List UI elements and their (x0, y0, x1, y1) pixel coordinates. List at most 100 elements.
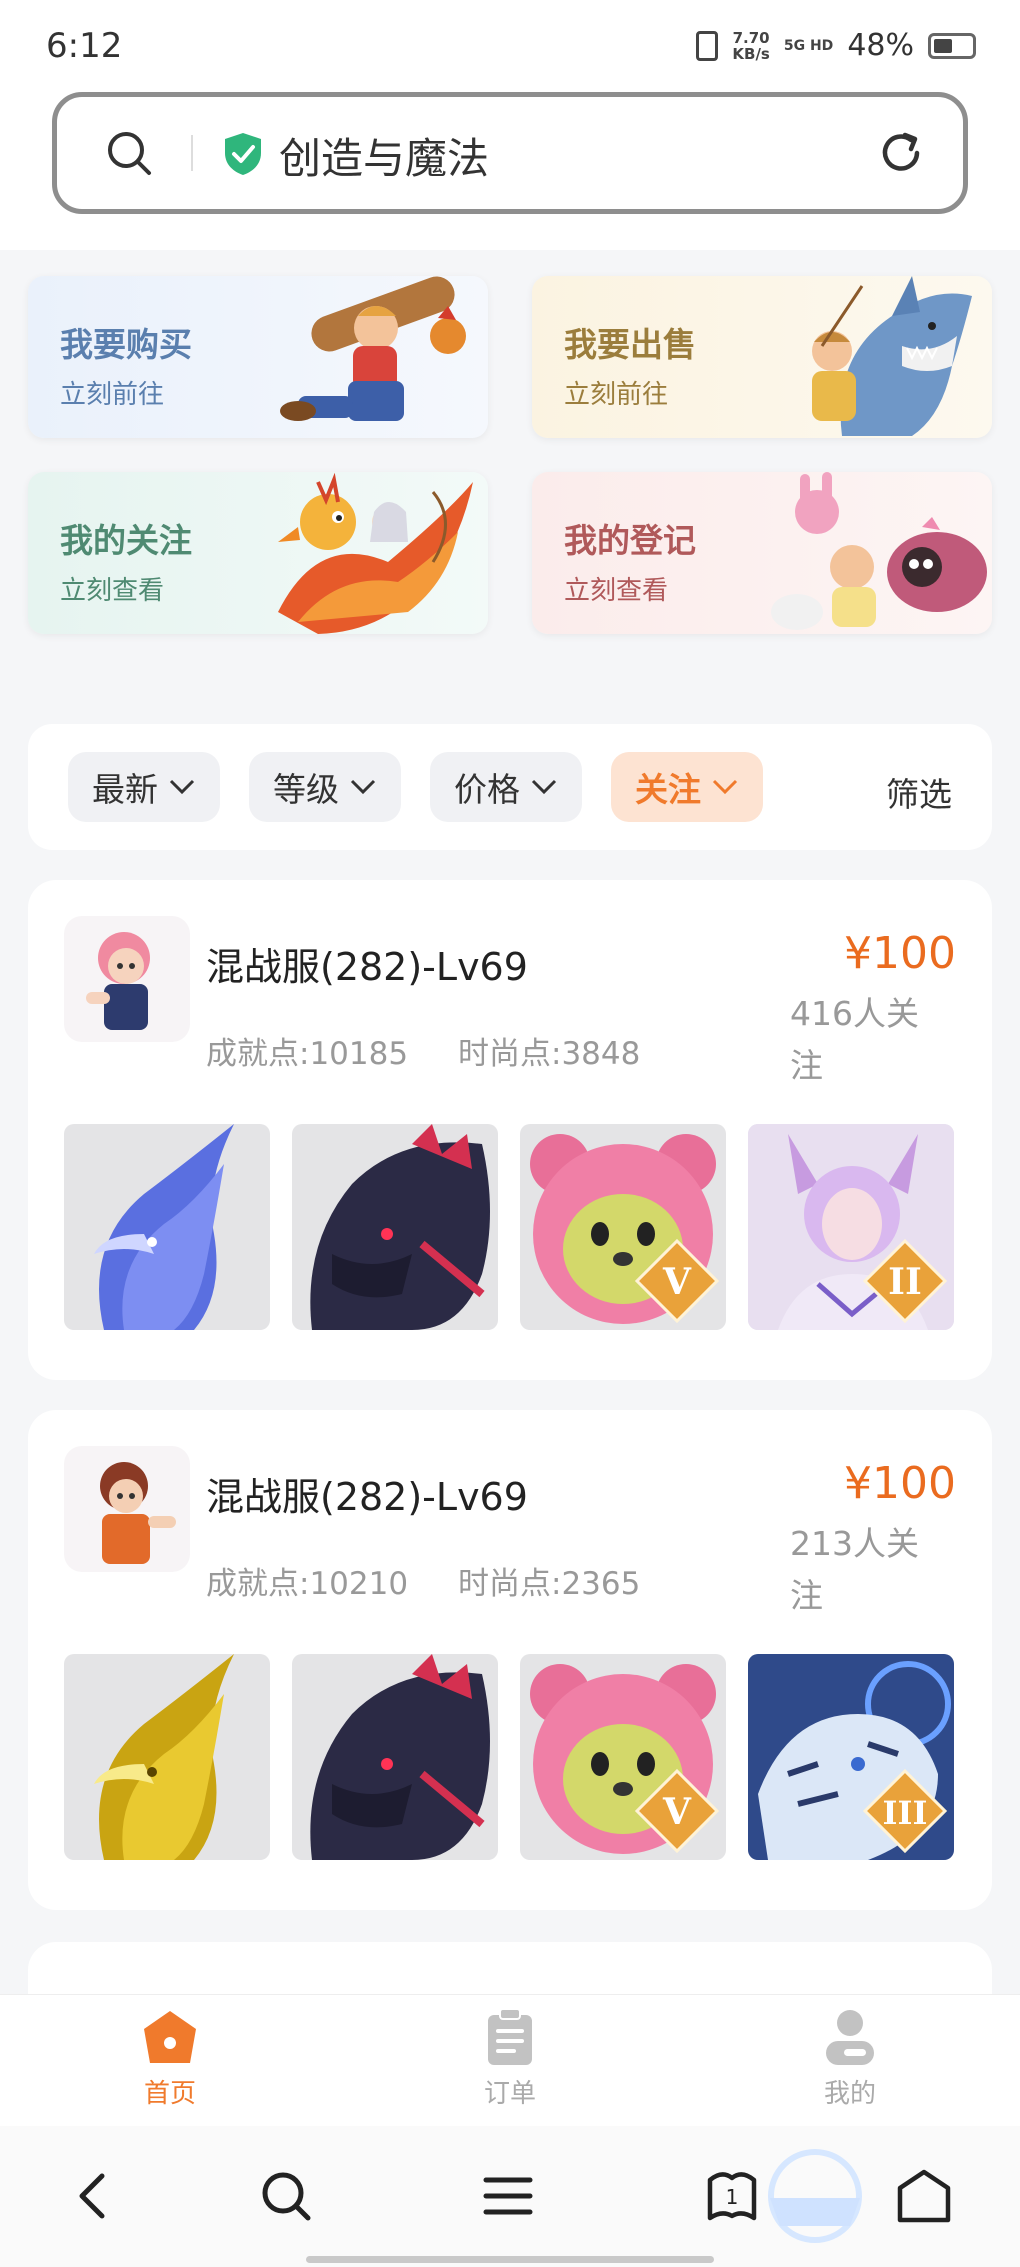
chip-level[interactable]: 等级 (249, 752, 401, 822)
home-icon (144, 2011, 196, 2063)
user-icon (826, 2010, 874, 2065)
chip-follow-label: 关注 (635, 770, 701, 809)
rank-badge-text: V (662, 1261, 692, 1303)
tab-orders-label: 订单 (483, 2079, 536, 2109)
rank-badge-text: III (883, 1794, 928, 1832)
blue-phoenix-image (94, 1124, 234, 1330)
character-portrait (86, 932, 150, 1030)
item-thumbnails: V II (64, 1124, 954, 1330)
thumb-blue-phoenix[interactable] (64, 1124, 270, 1330)
entry-sell-label: 我要出售 (564, 325, 696, 364)
tabs-icon[interactable]: 1 (702, 2166, 762, 2226)
rank-badge-text: II (888, 1261, 922, 1303)
listing-name: 混战服(282)-Lv69 (206, 1475, 528, 1519)
filter-button[interactable]: 筛选 (886, 768, 952, 816)
thumb-gold-phoenix[interactable] (64, 1654, 270, 1860)
tab-mine[interactable]: 我的 (770, 2007, 930, 2110)
listing-name: 混战服(282)-Lv69 (206, 945, 528, 989)
chip-latest-label: 最新 (92, 770, 158, 809)
net-speed-value: 7.70 (732, 28, 770, 47)
shield-check-icon (225, 133, 261, 175)
lumberjack-illustration (280, 276, 466, 421)
phoenix-rider-illustration (278, 472, 473, 634)
tab-mine-label: 我的 (823, 2079, 876, 2109)
black-dragon-image (310, 1124, 490, 1330)
entry-buy-label: 我要购买 (60, 325, 192, 364)
listing-card[interactable]: 混战服(282)-Lv69 成就点:10210 时尚点:2365 ¥100 21… (28, 1410, 992, 1910)
status-bar: 6:12 7.70 KB/s 5G HD 48% (0, 0, 1020, 90)
entry-follow-label: 我的关注 (60, 521, 192, 560)
thumb-black-dragon[interactable] (292, 1654, 498, 1860)
thumb-black-dragon[interactable] (292, 1124, 498, 1330)
entry-follow[interactable]: 我的关注 立刻查看 (28, 472, 488, 634)
pets-illustration (771, 472, 987, 630)
battery-icon (928, 32, 976, 59)
black-dragon-image (310, 1654, 490, 1860)
character-portrait (100, 1462, 176, 1564)
follower-count-line1: 416人关 (790, 994, 919, 1033)
status-icons: 7.70 KB/s 5G HD 48% (696, 28, 976, 63)
svg-text:1: 1 (726, 2185, 739, 2209)
net-speed: 7.70 KB/s (732, 30, 769, 62)
chip-follow[interactable]: 关注 (611, 752, 763, 822)
chip-latest[interactable]: 最新 (68, 752, 220, 822)
search-query[interactable]: 创造与魔法 (279, 125, 489, 186)
fashion-points: 时尚点:3848 (458, 1036, 641, 1072)
net-speed-unit: KB/s (732, 44, 770, 63)
chevron-down-icon (169, 779, 195, 795)
back-icon[interactable] (64, 2166, 124, 2226)
follower-count-line2: 注 (790, 1576, 823, 1615)
chip-price[interactable]: 价格 (430, 752, 582, 822)
search-icon[interactable] (256, 2166, 316, 2226)
entry-register[interactable]: 我的登记 立刻查看 (532, 472, 992, 634)
fashion-points: 时尚点:2365 (458, 1566, 641, 1602)
chevron-down-icon (712, 779, 738, 795)
tab-orders[interactable]: 订单 (430, 2007, 590, 2110)
entry-buy-sub: 立刻前往 (60, 380, 165, 410)
home-indicator[interactable] (306, 2256, 714, 2263)
achievement-points: 成就点:10210 (206, 1566, 409, 1602)
rank-badge: II (862, 1238, 948, 1324)
rank-badge: V (634, 1238, 720, 1324)
menu-icon[interactable] (478, 2166, 538, 2226)
entry-sell[interactable]: 我要出售 立刻前往 (532, 276, 992, 438)
bottom-tab-bar: 首页 订单 我的 (0, 1994, 1020, 2126)
thumb-fox-girl[interactable]: II (748, 1124, 954, 1330)
tab-home-label: 首页 (143, 2079, 196, 2109)
tab-home[interactable]: 首页 (90, 2007, 250, 2110)
battery-percent: 48% (847, 28, 914, 63)
thumb-ice-tiger[interactable]: III (748, 1654, 954, 1860)
listing-price: ¥100 (844, 1458, 956, 1509)
search-bar[interactable]: 创造与魔法 (52, 92, 968, 214)
entry-sell-sub: 立刻前往 (564, 380, 669, 410)
follower-count: 416人关 注 (790, 988, 950, 1092)
follower-count-line1: 213人关 (790, 1524, 919, 1563)
item-thumbnails: V III (64, 1654, 954, 1860)
chip-level-label: 等级 (273, 770, 339, 809)
system-nav-bar: 1 (0, 2126, 1020, 2267)
reload-icon[interactable] (875, 127, 927, 179)
entry-follow-sub: 立刻查看 (60, 576, 165, 606)
listing-price: ¥100 (844, 928, 956, 979)
search-divider (191, 135, 193, 171)
search-icon[interactable] (105, 129, 153, 177)
thumb-pink-bear[interactable]: V (520, 1654, 726, 1860)
thumb-pink-bear[interactable]: V (520, 1124, 726, 1330)
shark-illustration (812, 276, 972, 436)
follower-count: 213人关 注 (790, 1518, 950, 1622)
rank-badge-text: V (662, 1791, 692, 1833)
chevron-down-icon (531, 779, 557, 795)
mascot-overlay-icon (768, 2149, 862, 2243)
home-icon[interactable] (894, 2166, 954, 2226)
entry-buy[interactable]: 我要购买 立刻前往 (28, 276, 488, 438)
vibrate-icon (696, 30, 719, 61)
rank-badge: III (862, 1768, 948, 1854)
status-time: 6:12 (46, 26, 123, 66)
entry-register-sub: 立刻查看 (564, 576, 669, 606)
listing-card[interactable]: 混战服(282)-Lv69 成就点:10185 时尚点:3848 ¥100 41… (28, 880, 992, 1380)
rank-badge: V (634, 1768, 720, 1854)
signal-icon: 5G HD (783, 37, 834, 54)
avatar (64, 1446, 190, 1572)
clipboard-icon (488, 2008, 532, 2065)
follower-count-line2: 注 (790, 1046, 823, 1085)
